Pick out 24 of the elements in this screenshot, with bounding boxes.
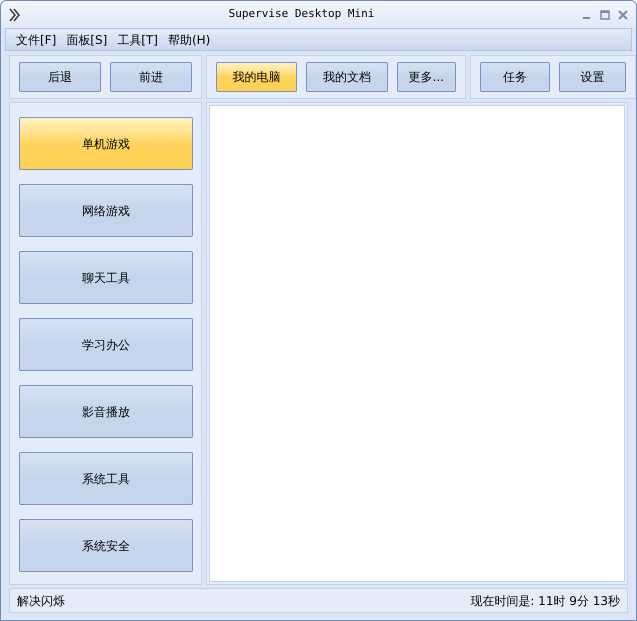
menu-item[interactable]: 面板[S] bbox=[66, 30, 108, 48]
sidebar-item[interactable]: 影音播放 bbox=[19, 385, 193, 438]
clock-text: 现在时间是: 11时 9分 13秒 bbox=[470, 592, 620, 610]
toolbar-button[interactable]: 我的电脑 bbox=[216, 62, 298, 92]
close-icon[interactable] bbox=[618, 10, 628, 20]
toolbar-button[interactable]: 任务 bbox=[480, 62, 550, 92]
toolbar-button[interactable]: 后退 bbox=[19, 62, 101, 92]
sidebar-item[interactable]: 单机游戏 bbox=[19, 117, 193, 170]
toolbar-button[interactable]: 设置 bbox=[559, 62, 626, 92]
maximize-icon[interactable] bbox=[600, 10, 610, 20]
status-text: 解决闪烁 bbox=[17, 592, 65, 610]
sidebar-item[interactable]: 系统工具 bbox=[19, 452, 193, 505]
menu-item[interactable]: 工具[T] bbox=[117, 30, 158, 48]
sidebar-item[interactable]: 聊天工具 bbox=[19, 251, 193, 304]
toolbar-button[interactable]: 我的文档 bbox=[306, 62, 388, 92]
toolbar-button[interactable]: 前进 bbox=[110, 62, 192, 92]
sidebar-item[interactable]: 网络游戏 bbox=[19, 184, 193, 237]
toolbar-button[interactable]: 更多... bbox=[396, 62, 456, 92]
sidebar-item[interactable]: 系统安全 bbox=[19, 519, 193, 572]
menu-item[interactable]: 文件[F] bbox=[16, 30, 56, 48]
sidebar-item[interactable]: 学习办公 bbox=[19, 318, 193, 371]
window-title: Supervise Desktop Mini bbox=[228, 6, 374, 22]
menu-item[interactable]: 帮助(H) bbox=[168, 30, 210, 48]
app-icon bbox=[9, 8, 21, 22]
